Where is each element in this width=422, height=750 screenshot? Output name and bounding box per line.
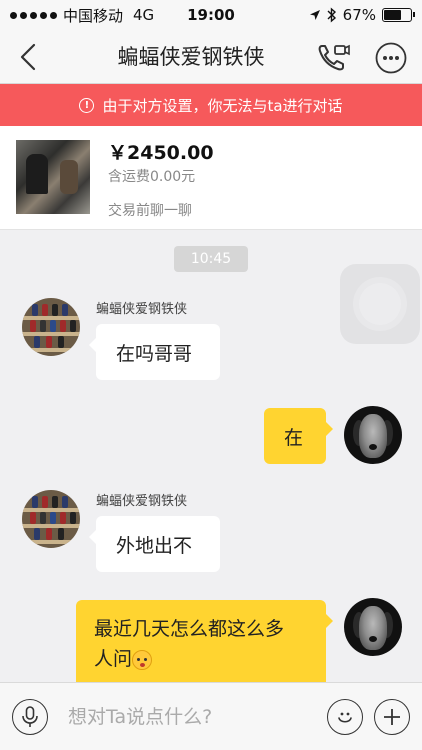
back-button[interactable] — [14, 41, 44, 73]
voice-button[interactable] — [12, 699, 48, 735]
phone-video-icon — [318, 44, 350, 71]
add-attachment-button[interactable] — [374, 699, 410, 735]
signal-strength-icon — [10, 11, 57, 19]
product-price: ￥2450.00 — [108, 142, 214, 164]
surprised-emoji-icon — [132, 649, 153, 670]
product-image[interactable] — [16, 140, 90, 214]
product-card[interactable]: ￥2450.00 含运费0.00元 交易前聊一聊 — [0, 126, 422, 230]
message-input[interactable] — [56, 697, 316, 737]
chat-before-trade-label: 交易前聊一聊 — [108, 203, 192, 219]
avatar[interactable] — [22, 298, 80, 356]
shipping-fee: 含运费0.00元 — [108, 169, 196, 185]
message-text-line1: 最近几天怎么都这么多 — [94, 618, 285, 640]
network-label: 4G — [133, 6, 155, 24]
message-bubble[interactable]: 在 — [264, 408, 333, 464]
battery-fill — [384, 10, 402, 20]
microphone-icon — [22, 706, 38, 727]
restriction-notice: ! 由于对方设置，你无法与ta进行对话 — [0, 84, 422, 126]
info-icon: ! — [79, 97, 95, 113]
message-bubble[interactable]: 外地出不 — [89, 516, 220, 572]
sender-name: 蝙蝠侠爱钢铁侠 — [96, 302, 188, 317]
emoji-button[interactable] — [327, 699, 363, 735]
status-right: 67% — [309, 6, 415, 24]
message-bubble[interactable]: 最近几天怎么都这么多 人问 — [76, 600, 333, 690]
nav-bar: 蝙蝠侠爱钢铁侠 — [0, 30, 422, 84]
input-bar — [0, 682, 422, 750]
battery-percent: 67% — [342, 6, 376, 24]
carrier-label: 中国移动 — [63, 6, 124, 25]
battery-icon — [382, 8, 415, 22]
more-button[interactable] — [375, 42, 407, 74]
status-bar: 中国移动 4G 19:00 67% — [0, 0, 422, 30]
floating-assist-button[interactable] — [340, 264, 420, 344]
message-text-line2: 人问 — [94, 648, 133, 670]
notice-text: 由于对方设置，你无法与ta进行对话 — [102, 96, 343, 115]
avatar[interactable] — [344, 598, 402, 656]
message-bubble[interactable]: 在吗哥哥 — [89, 324, 220, 380]
avatar[interactable] — [344, 406, 402, 464]
plus-icon — [384, 709, 400, 725]
message-text: 在吗哥哥 — [116, 342, 193, 365]
chevron-left-icon — [20, 43, 36, 71]
bluetooth-icon — [327, 7, 336, 23]
smiley-icon — [338, 712, 352, 723]
message-text: 在 — [284, 426, 304, 449]
location-arrow-icon — [309, 10, 320, 20]
page-title: 蝙蝠侠爱钢铁侠 — [117, 44, 265, 69]
call-button[interactable] — [316, 42, 350, 74]
avatar[interactable] — [22, 490, 80, 548]
message-text: 外地出不 — [116, 534, 193, 557]
more-dots-icon — [375, 42, 407, 74]
message-timestamp: 10:45 — [174, 246, 248, 272]
sender-name: 蝙蝠侠爱钢铁侠 — [96, 494, 188, 509]
